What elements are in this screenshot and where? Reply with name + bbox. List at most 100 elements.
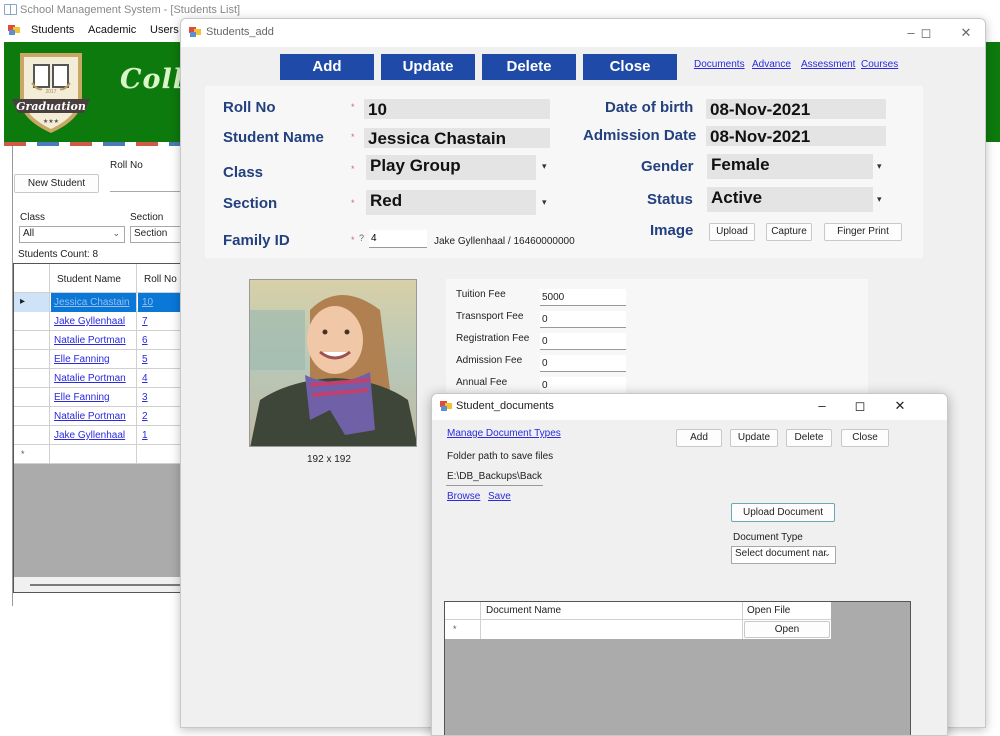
dropdown-arrow-icon[interactable]: ▾ xyxy=(542,161,547,172)
student-name-input[interactable]: Jessica Chastain xyxy=(364,128,550,148)
dropdown-arrow-icon[interactable]: ▾ xyxy=(877,161,882,172)
dropdown-arrow-icon[interactable]: ▾ xyxy=(542,197,547,208)
close-window-button[interactable]: ✕ xyxy=(885,395,915,417)
docs-delete-button[interactable]: Delete xyxy=(786,429,832,447)
main-window-title: School Management System - [Students Lis… xyxy=(20,4,241,16)
column-header-roll-no[interactable]: Roll No xyxy=(138,264,183,293)
roll-no-cell[interactable]: 5 xyxy=(138,350,183,369)
student-name-cell[interactable]: Jake Gyllenhaal xyxy=(51,426,137,445)
close-button[interactable]: Close xyxy=(583,54,677,80)
column-header-open-file[interactable]: Open File xyxy=(743,602,831,619)
maximize-button[interactable]: ◻ xyxy=(845,395,875,417)
new-student-button[interactable]: New Student xyxy=(14,174,99,193)
row-header[interactable]: ▸ xyxy=(14,293,50,312)
row-header[interactable] xyxy=(14,369,50,388)
fee-input[interactable]: 0 xyxy=(540,377,626,394)
roll-no-cell[interactable]: 7 xyxy=(138,312,183,331)
row-header[interactable] xyxy=(14,426,50,445)
close-window-button[interactable]: ✕ xyxy=(951,22,981,44)
roll-no-filter-input[interactable] xyxy=(110,174,184,192)
roll-no-cell[interactable]: 10 xyxy=(138,293,183,312)
save-link[interactable]: Save xyxy=(488,491,511,502)
docs-close-button[interactable]: Close xyxy=(841,429,889,447)
required-marker: * xyxy=(351,102,355,112)
row-header[interactable] xyxy=(14,350,50,369)
delete-button[interactable]: Delete xyxy=(482,54,576,80)
fee-input[interactable]: 0 xyxy=(540,355,626,372)
fee-input[interactable]: 5000 xyxy=(540,289,626,306)
student-name-cell[interactable]: Jake Gyllenhaal xyxy=(51,312,137,331)
roll-no-cell[interactable]: 4 xyxy=(138,369,183,388)
current-row-arrow-icon: ▸ xyxy=(20,296,26,307)
fee-input[interactable]: 0 xyxy=(540,333,626,350)
update-button[interactable]: Update xyxy=(381,54,475,80)
section-filter-select[interactable]: Section xyxy=(130,226,184,243)
dropdown-arrow-icon[interactable]: ▾ xyxy=(877,194,882,205)
student-name-cell[interactable]: Natalie Portman xyxy=(51,369,137,388)
scrollbar-thumb[interactable] xyxy=(30,584,183,586)
row-header[interactable] xyxy=(14,388,50,407)
admission-date-input[interactable]: 08-Nov-2021 xyxy=(706,126,886,146)
student-name-cell[interactable]: Natalie Portman xyxy=(51,331,137,350)
folder-path-input[interactable]: E:\DB_Backups\Back xyxy=(446,468,543,486)
menu-users[interactable]: Users xyxy=(150,24,179,36)
column-header-document-name[interactable]: Document Name xyxy=(481,602,743,619)
section-select[interactable]: Red xyxy=(366,190,536,215)
table-row[interactable]: Natalie Portman 6 xyxy=(14,331,183,350)
row-header[interactable] xyxy=(14,407,50,426)
documents-link[interactable]: Documents xyxy=(694,59,745,70)
table-row[interactable]: Jake Gyllenhaal 7 xyxy=(14,312,183,331)
horizontal-scrollbar[interactable] xyxy=(14,577,183,592)
docs-update-button[interactable]: Update xyxy=(730,429,778,447)
student-name-cell[interactable]: Jessica Chastain xyxy=(51,293,137,312)
student-name-label: Student Name xyxy=(223,129,324,146)
assessment-link[interactable]: Assessment xyxy=(801,59,855,70)
dob-input[interactable]: 08-Nov-2021 xyxy=(706,99,886,119)
documents-grid-new-row[interactable]: * Open xyxy=(445,620,831,639)
row-header[interactable] xyxy=(14,331,50,350)
upload-document-button[interactable]: Upload Document xyxy=(731,503,835,522)
grid-new-row[interactable]: * xyxy=(14,445,183,464)
roll-no-cell[interactable]: 1 xyxy=(138,426,183,445)
student-name-cell[interactable]: Elle Fanning xyxy=(51,350,137,369)
documents-grid: Document Name Open File * Open xyxy=(444,601,911,735)
roll-no-cell[interactable]: 2 xyxy=(138,407,183,426)
form-icon xyxy=(189,27,201,38)
table-row[interactable]: Jake Gyllenhaal 1 xyxy=(14,426,183,445)
maximize-button[interactable]: ◻ xyxy=(911,22,941,44)
table-row[interactable]: Natalie Portman 2 xyxy=(14,407,183,426)
family-id-help[interactable]: ? xyxy=(359,233,364,243)
open-file-button[interactable]: Open xyxy=(744,621,830,638)
browse-link[interactable]: Browse xyxy=(447,491,480,502)
minimize-button[interactable]: – xyxy=(807,395,837,417)
roll-no-input[interactable]: 10 xyxy=(364,99,550,119)
table-row[interactable]: Elle Fanning 5 xyxy=(14,350,183,369)
student-form-panel: Roll No * 10 Student Name * Jessica Chas… xyxy=(205,86,923,258)
advance-link[interactable]: Advance xyxy=(752,59,791,70)
class-filter-select[interactable]: All ⌄ xyxy=(19,226,125,243)
status-select[interactable]: Active xyxy=(707,187,873,212)
upload-button[interactable]: Upload xyxy=(709,223,755,241)
student-name-cell[interactable]: Natalie Portman xyxy=(51,407,137,426)
menu-students[interactable]: Students xyxy=(31,24,74,36)
table-row[interactable]: Natalie Portman 4 xyxy=(14,369,183,388)
table-row[interactable]: ▸ Jessica Chastain 10 xyxy=(14,293,183,312)
student-name-cell[interactable]: Elle Fanning xyxy=(51,388,137,407)
courses-link[interactable]: Courses xyxy=(861,59,898,70)
fee-input[interactable]: 0 xyxy=(540,311,626,328)
column-header-student-name[interactable]: Student Name xyxy=(51,264,137,293)
roll-no-cell[interactable]: 3 xyxy=(138,388,183,407)
document-type-select[interactable]: Select document nar ⌄ xyxy=(731,546,836,564)
table-row[interactable]: Elle Fanning 3 xyxy=(14,388,183,407)
docs-add-button[interactable]: Add xyxy=(676,429,722,447)
roll-no-cell[interactable]: 6 xyxy=(138,331,183,350)
menu-academic[interactable]: Academic xyxy=(88,24,136,36)
class-select[interactable]: Play Group xyxy=(366,155,536,180)
add-button[interactable]: Add xyxy=(280,54,374,80)
finger-print-button[interactable]: Finger Print xyxy=(824,223,902,241)
family-id-input[interactable]: 4 xyxy=(369,230,427,248)
gender-select[interactable]: Female xyxy=(707,154,873,179)
manage-document-types-link[interactable]: Manage Document Types xyxy=(447,428,561,439)
capture-button[interactable]: Capture xyxy=(766,223,812,241)
row-header[interactable] xyxy=(14,312,50,331)
